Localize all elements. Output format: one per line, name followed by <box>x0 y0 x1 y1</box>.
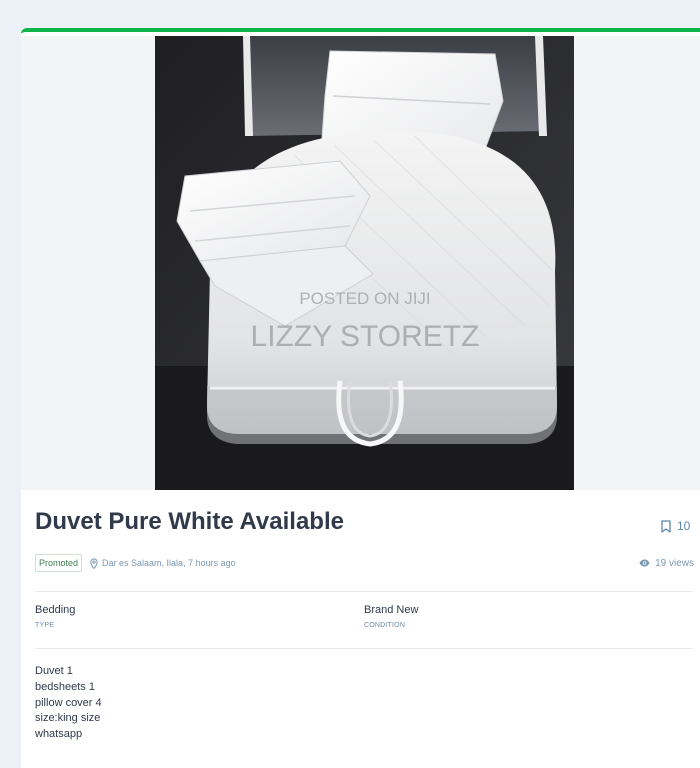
listing-meta: Promoted Dar es Salaam, Ilala, 7 hours a… <box>35 554 694 572</box>
listing-photo[interactable]: POSTED ON JIJI LIZZY STORETZ <box>155 36 574 490</box>
listing-card: POSTED ON JIJI LIZZY STORETZ Duvet Pure … <box>21 28 700 768</box>
listing-title: Duvet Pure White Available <box>35 508 344 535</box>
watermark-line1: POSTED ON JIJI <box>299 289 430 308</box>
views-text: 19 views <box>655 557 694 569</box>
description-line: whatsapp <box>35 728 83 741</box>
listing-description: Duvet 1 bedsheets 1 pillow cover 4 size:… <box>35 664 102 743</box>
attribute-label: CONDITION <box>364 622 406 629</box>
views-counter: 19 views <box>639 558 694 569</box>
description-line: pillow cover 4 <box>35 696 102 709</box>
attribute-value: Brand New <box>364 604 419 616</box>
location-text: Dar es Salaam, Ilala, 7 hours ago <box>102 558 236 568</box>
divider <box>35 648 693 649</box>
photo-gallery[interactable]: POSTED ON JIJI LIZZY STORETZ <box>21 36 700 490</box>
attribute-type: Bedding TYPE <box>35 604 75 629</box>
save-button[interactable]: 10 <box>661 518 690 534</box>
location[interactable]: Dar es Salaam, Ilala, 7 hours ago <box>90 557 236 569</box>
attribute-condition: Brand New CONDITION <box>364 604 418 629</box>
description-line: Duvet 1 <box>35 665 73 677</box>
description-line: size:king size <box>35 712 101 725</box>
attribute-value: Bedding <box>35 604 76 616</box>
watermark-line2: LIZZY STORETZ <box>251 320 480 353</box>
location-pin-icon <box>90 557 98 569</box>
saved-count: 10 <box>677 519 691 533</box>
divider <box>35 591 693 592</box>
description-line: bedsheets 1 <box>35 680 95 693</box>
duvet-photo-image: POSTED ON JIJI LIZZY STORETZ <box>155 36 574 490</box>
bookmark-icon <box>661 519 671 533</box>
attribute-label: TYPE <box>35 622 55 629</box>
promoted-badge: Promoted <box>35 554 83 572</box>
eye-icon <box>639 559 650 567</box>
